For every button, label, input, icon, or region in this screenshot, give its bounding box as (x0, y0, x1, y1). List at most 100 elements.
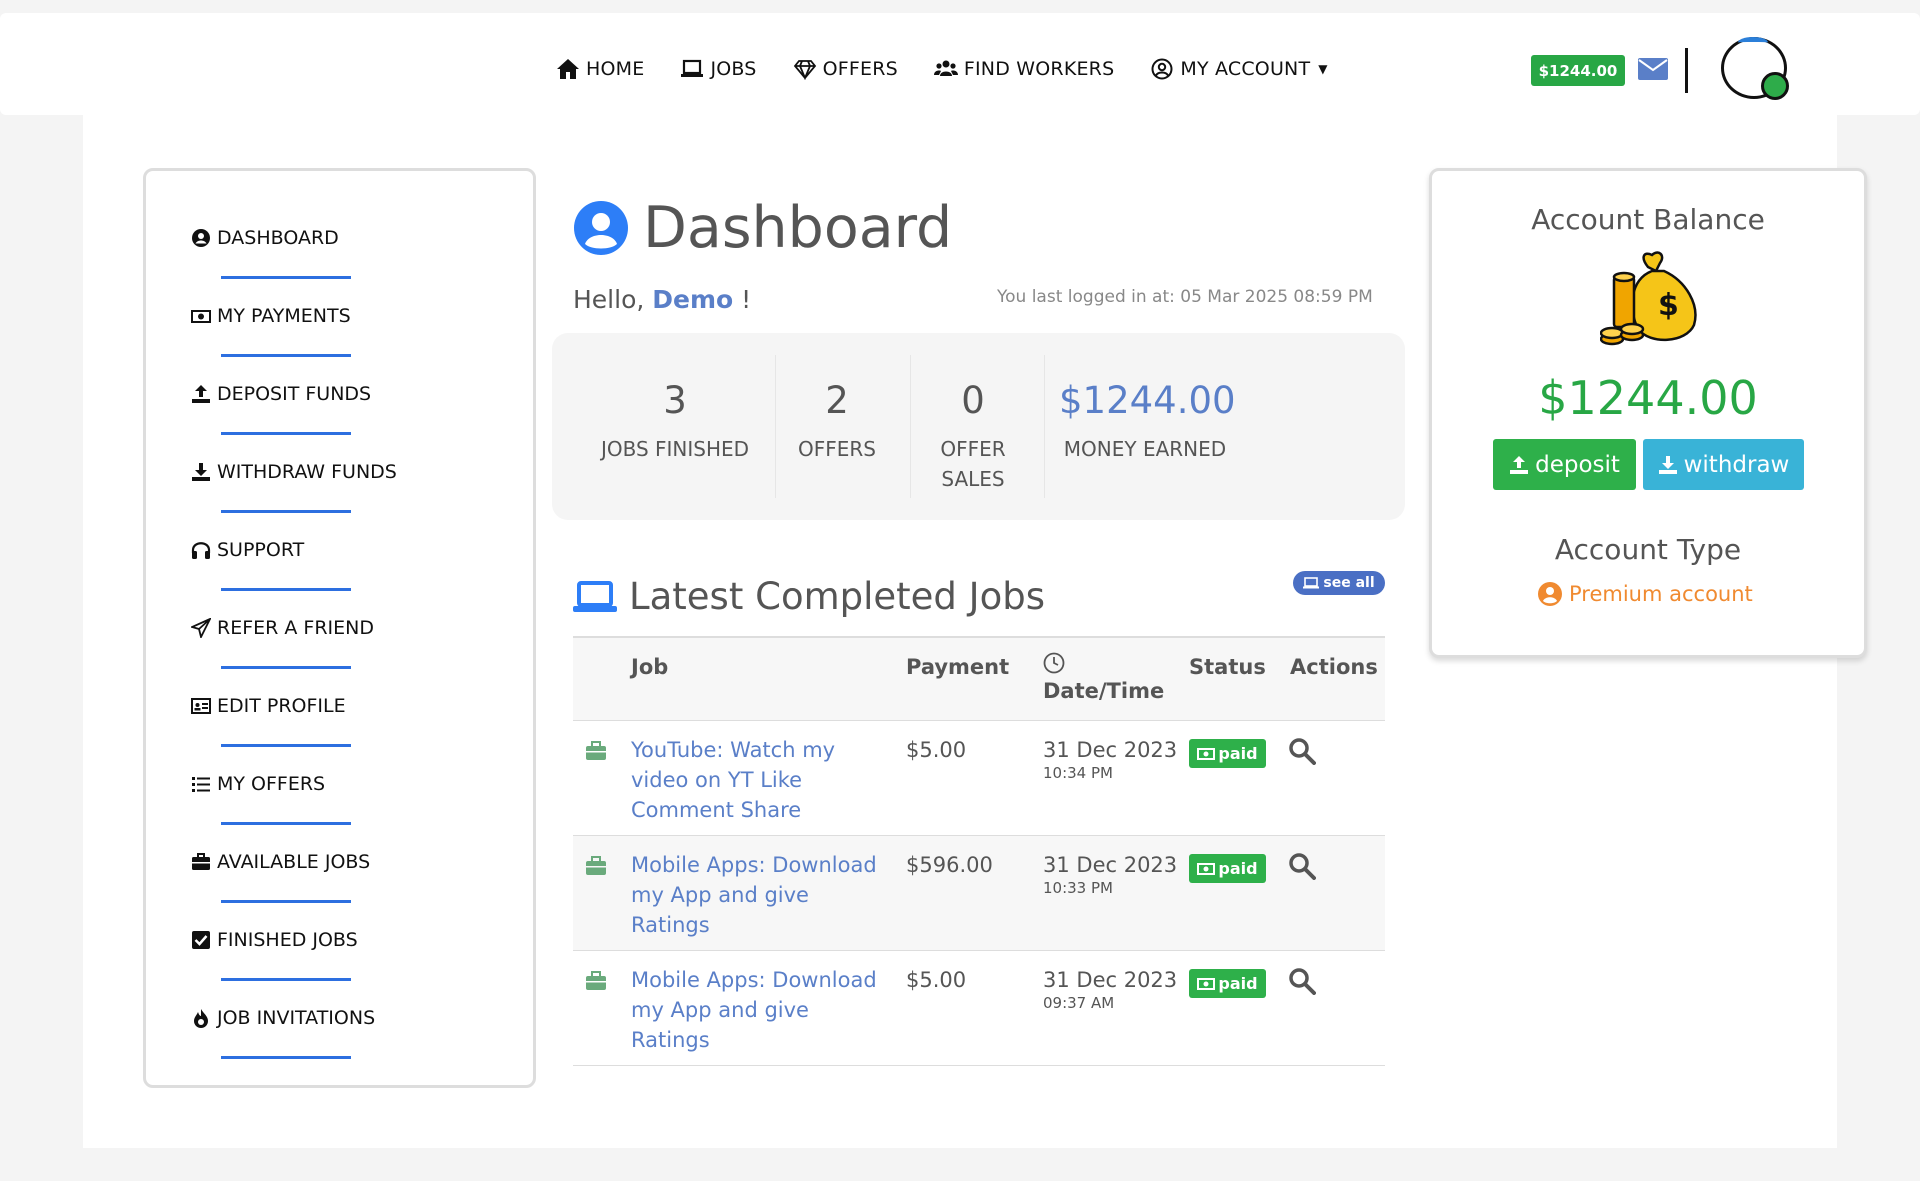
headphones-icon (191, 542, 211, 559)
nav-find-workers-label: FIND WORKERS (963, 58, 1115, 80)
stat-divider (775, 355, 776, 498)
sidebar-item-deposit-funds[interactable]: DEPOSIT FUNDS (191, 383, 511, 435)
account-balance-card: Account Balance $ $1244.00 deposit withd… (1429, 168, 1867, 658)
sidebar-item-my-payments[interactable]: MY PAYMENTS (191, 305, 511, 357)
sidebar-item-withdraw-funds[interactable]: WITHDRAW FUNDS (191, 461, 511, 513)
home-icon (557, 59, 579, 79)
nav-find-workers[interactable]: FIND WORKERS (933, 58, 1115, 80)
job-link[interactable]: YouTube: Watch my video on YT Like Comme… (631, 735, 886, 825)
sidebar-item-support[interactable]: SUPPORT (191, 539, 511, 591)
sidebar-underline (221, 276, 351, 279)
status-badge: paid (1189, 969, 1266, 998)
money-bill-icon (1197, 977, 1216, 990)
sidebar-item-label: FINISHED JOBS (217, 929, 358, 951)
status-label: paid (1218, 744, 1258, 763)
sidebar-item-label: EDIT PROFILE (217, 695, 346, 717)
greeting: Hello, Demo ! (573, 285, 751, 314)
job-datetime: 31 Dec 2023 10:33 PM (1043, 850, 1177, 896)
job-time: 10:33 PM (1043, 879, 1113, 897)
stat-label: JOBS FINISHED (600, 437, 750, 461)
job-payment: $596.00 (906, 853, 993, 877)
user-circle-icon (574, 201, 628, 255)
col-status: Status (1189, 655, 1266, 679)
table-header: Job Payment Date/Time Status Actions (573, 636, 1385, 721)
sidebar-item-dashboard[interactable]: DASHBOARD (191, 227, 511, 279)
sidebar-item-my-offers[interactable]: MY OFFERS (191, 773, 511, 825)
section-title-text: Latest Completed Jobs (629, 575, 1045, 618)
sidebar-item-label: DASHBOARD (217, 227, 339, 249)
upload-icon (192, 385, 210, 403)
see-all-label: see all (1323, 575, 1375, 591)
sidebar-item-label: SUPPORT (217, 539, 305, 561)
nav-jobs-label: JOBS (710, 58, 757, 80)
envelope-icon[interactable] (1637, 57, 1669, 81)
job-payment: $5.00 (906, 968, 967, 992)
withdraw-button[interactable]: withdraw (1643, 439, 1804, 490)
nav-balance-badge[interactable]: $1244.00 (1531, 55, 1625, 86)
sidebar-item-finished-jobs[interactable]: FINISHED JOBS (191, 929, 511, 981)
sidebar-underline (221, 666, 351, 669)
briefcase-icon (586, 971, 606, 990)
stat-jobs-finished: 3 JOBS FINISHED (600, 379, 750, 464)
sidebar-item-available-jobs[interactable]: AVAILABLE JOBS (191, 851, 511, 903)
nav-offers[interactable]: OFFERS (793, 58, 898, 80)
sidebar-underline (221, 432, 351, 435)
search-icon[interactable] (1288, 737, 1316, 765)
svg-text:$: $ (1658, 288, 1679, 323)
col-payment: Payment (906, 655, 1010, 679)
clock-icon (1043, 652, 1065, 674)
sidebar-item-refer-a-friend[interactable]: REFER A FRIEND (191, 617, 511, 669)
withdraw-label: withdraw (1683, 451, 1790, 478)
sidebar-underline (221, 900, 351, 903)
fire-icon (194, 1009, 208, 1028)
sidebar-item-edit-profile[interactable]: EDIT PROFILE (191, 695, 511, 747)
stat-value: 3 (663, 379, 687, 422)
account-balance-amount: $1244.00 (1538, 371, 1758, 425)
status-label: paid (1218, 859, 1258, 878)
search-icon[interactable] (1288, 852, 1316, 880)
sidebar-underline (221, 744, 351, 747)
job-link[interactable]: Mobile Apps: Download my App and give Ra… (631, 850, 886, 940)
stat-value: 2 (825, 379, 849, 422)
stat-divider (910, 355, 911, 498)
page-title: Dashboard (573, 195, 952, 261)
sidebar-item-label: MY PAYMENTS (217, 305, 351, 327)
id-card-icon (191, 698, 211, 714)
nav-home-label: HOME (586, 58, 645, 80)
sidebar-item-label: AVAILABLE JOBS (217, 851, 371, 873)
col-datetime-label: Date/Time (1043, 679, 1165, 703)
check-square-icon (192, 931, 210, 949)
page-title-text: Dashboard (643, 195, 953, 261)
sidebar-item-label: DEPOSIT FUNDS (217, 383, 372, 405)
deposit-button[interactable]: deposit (1493, 439, 1636, 490)
caret-down-icon: ▼ (1318, 62, 1328, 76)
see-all-button[interactable]: see all (1293, 571, 1385, 595)
search-icon[interactable] (1288, 967, 1316, 995)
stat-label: MONEY EARNED (1063, 437, 1227, 461)
job-time: 10:34 PM (1043, 764, 1113, 782)
nav-jobs[interactable]: JOBS (680, 58, 756, 80)
greeting-suffix: ! (741, 285, 752, 314)
online-status-dot (1761, 72, 1789, 100)
user-circle-icon (1151, 58, 1173, 80)
user-circle-icon (192, 229, 210, 247)
sidebar-underline (221, 354, 351, 357)
table-row: YouTube: Watch my video on YT Like Comme… (573, 721, 1385, 836)
sidebar-item-label: WITHDRAW FUNDS (217, 461, 397, 483)
nav-my-account[interactable]: MY ACCOUNT ▼ (1150, 58, 1328, 80)
nav-home[interactable]: HOME (556, 58, 644, 80)
nav-divider (1685, 48, 1688, 93)
stat-value: 0 (961, 379, 985, 422)
money-bill-icon (1197, 862, 1216, 875)
main-nav: HOME JOBS OFFERS FIND WORKERS MY ACCOUNT… (556, 58, 1328, 80)
stat-label: OFFERS (798, 437, 876, 461)
table-row: Mobile Apps: Download my App and give Ra… (573, 951, 1385, 1066)
job-link[interactable]: Mobile Apps: Download my App and give Ra… (631, 965, 886, 1055)
col-actions: Actions (1290, 655, 1378, 679)
section-title: Latest Completed Jobs (573, 575, 1045, 618)
stat-offers: 2 OFFERS (787, 379, 887, 464)
status-label: paid (1218, 974, 1258, 993)
job-datetime: 31 Dec 2023 10:34 PM (1043, 735, 1177, 781)
sidebar-item-job-invitations[interactable]: JOB INVITATIONS (191, 1007, 511, 1059)
account-type-value: Premium account (1537, 581, 1753, 607)
